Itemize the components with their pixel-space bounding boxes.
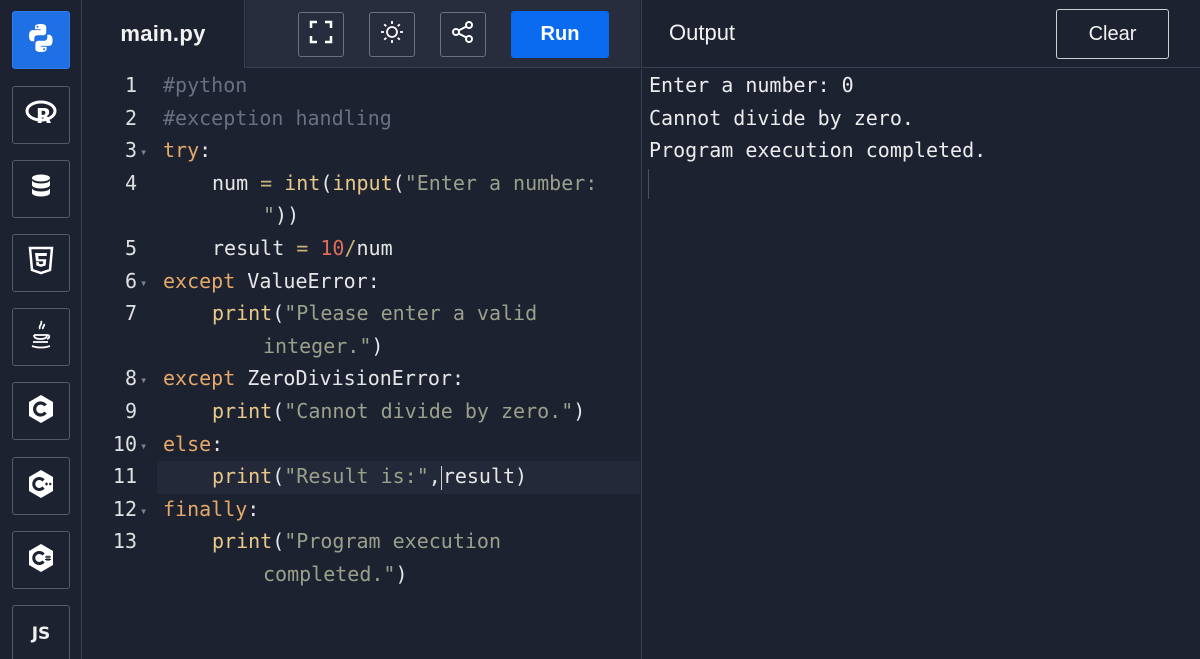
code-line-wrap: completed.") — [263, 562, 408, 586]
line-number: 7 — [124, 301, 137, 325]
java-button[interactable] — [12, 308, 70, 366]
text-cursor — [440, 465, 442, 490]
output-line: Program execution completed. — [649, 138, 987, 162]
clear-button[interactable]: Clear — [1056, 9, 1169, 59]
line-number: 8 — [124, 366, 137, 390]
code-line: else: — [163, 432, 224, 456]
output-title: Output — [669, 20, 736, 45]
code-line: print("Cannot divide by zero.") — [212, 399, 586, 423]
language-sidebar: R JS — [0, 0, 82, 659]
svg-text:R: R — [36, 104, 51, 128]
database-icon — [24, 170, 58, 209]
fullscreen-button[interactable] — [298, 12, 344, 57]
java-icon — [24, 318, 58, 357]
code-line: print("Program execution — [212, 529, 502, 553]
fold-toggle-icon[interactable]: ▾ — [140, 276, 147, 290]
python-icon — [24, 21, 58, 60]
fold-toggle-icon[interactable]: ▾ — [140, 373, 147, 387]
code-line-current: print("Result is:", result) — [212, 464, 528, 490]
line-number: 4 — [124, 171, 137, 195]
code-line: num = int(input("Enter a number: — [212, 171, 598, 195]
csharp-button[interactable] — [12, 531, 70, 589]
line-number: 10 — [112, 432, 137, 456]
r-button[interactable]: R — [12, 86, 70, 144]
output-header: Output Clear — [641, 0, 1200, 68]
line-number: 9 — [124, 399, 137, 423]
code-line: #python — [163, 73, 248, 97]
code-line: finally: — [163, 497, 260, 521]
code-line: result = 10/num — [212, 236, 393, 260]
code-line: try: — [163, 138, 212, 162]
line-number: 11 — [112, 464, 137, 488]
code-line-wrap: ")) — [263, 203, 300, 227]
code-line: print("Please enter a valid — [212, 301, 538, 325]
cpp-icon — [24, 467, 58, 506]
csharp-icon — [24, 541, 58, 580]
line-number: 2 — [124, 106, 137, 130]
r-icon: R — [24, 96, 58, 135]
output-line: Enter a number: 0 — [649, 73, 854, 97]
code-line-wrap: integer.") — [263, 334, 384, 358]
js-button[interactable]: JS — [12, 605, 70, 659]
top-toolbar: main.py Run Output Clear — [82, 0, 1200, 68]
run-button[interactable]: Run — [511, 11, 609, 58]
share-icon — [450, 19, 476, 50]
code-line: except ValueError: — [163, 269, 380, 293]
line-number: 3 — [124, 138, 137, 162]
share-button[interactable] — [440, 12, 486, 57]
line-number: 13 — [112, 529, 137, 553]
sun-icon — [379, 19, 405, 50]
fold-toggle-icon[interactable]: ▾ — [140, 439, 147, 453]
fold-toggle-icon[interactable]: ▾ — [140, 504, 147, 518]
html-button[interactable] — [12, 234, 70, 292]
line-number: 5 — [124, 236, 137, 260]
line-number: 6 — [124, 269, 137, 293]
code-editor[interactable]: 1 2 3 4 5 6 7 8 9 10 11 12 13 ▾ ▾ ▾ ▾ ▾ … — [83, 68, 640, 659]
line-number: 1 — [124, 73, 137, 97]
python-button[interactable] — [12, 11, 70, 69]
c-icon — [24, 392, 58, 431]
c-button[interactable] — [12, 382, 70, 440]
line-number: 12 — [112, 497, 137, 521]
output-console[interactable]: Enter a number: 0 Cannot divide by zero.… — [641, 69, 1200, 659]
sql-button[interactable] — [12, 160, 70, 218]
theme-toggle-button[interactable] — [369, 12, 415, 57]
code-line: except ZeroDivisionError: — [163, 366, 465, 390]
js-icon: JS — [31, 624, 51, 644]
code-line: #exception handling — [163, 106, 392, 130]
fullscreen-icon — [308, 19, 334, 50]
output-cursor — [648, 169, 649, 199]
cpp-button[interactable] — [12, 457, 70, 515]
fold-toggle-icon[interactable]: ▾ — [140, 145, 147, 159]
output-line: Cannot divide by zero. — [649, 106, 914, 130]
html5-icon — [24, 244, 58, 283]
file-tab-main-py[interactable]: main.py — [82, 0, 245, 68]
